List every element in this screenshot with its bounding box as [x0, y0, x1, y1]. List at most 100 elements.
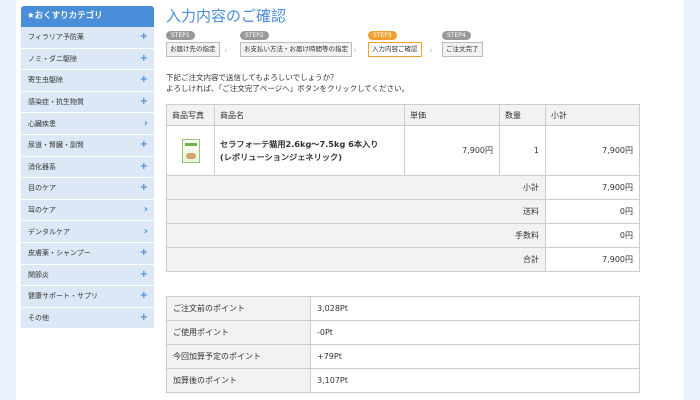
- sidebar-item-urinary[interactable]: 尿道・腎臓・副腎 +: [21, 134, 154, 157]
- table-row: 今回加算予定のポイント +79Pt: [166, 344, 640, 369]
- sidebar-item-ear[interactable]: 耳のケア ›: [21, 199, 154, 222]
- expand-icon: +: [139, 74, 148, 86]
- chevron-right-icon: ›: [224, 46, 228, 56]
- category-sidebar: ★おくすりカテゴリ フィラリア予防薬 + ノミ・ダニ駆除 + 寄生虫駆除 + 感染症・…: [21, 6, 154, 330]
- sidebar-item-label: 寄生虫駆除: [28, 76, 63, 85]
- column-header: 商品名: [214, 104, 405, 126]
- sidebar-item-label: フィラリア予防薬: [28, 33, 84, 42]
- sidebar-item-label: 感染症・抗生物質: [28, 98, 84, 107]
- points-value: +79Pt: [310, 344, 640, 369]
- table-row: ご使用ポイント -0Pt: [166, 320, 640, 345]
- sidebar-item-flea-tick[interactable]: ノミ・ダニ駆除 +: [21, 48, 154, 71]
- product-name-line: (レボリューションジェネリック): [220, 151, 342, 162]
- checkout-steps: STEP1 お届け先の指定 › STEP2 お支払い方法・お届け時間等の指定 ›…: [166, 30, 666, 64]
- expand-icon: +: [139, 247, 148, 259]
- expand-icon: +: [139, 52, 148, 64]
- sidebar-item-other[interactable]: その他 +: [21, 307, 154, 330]
- step-number: STEP4: [442, 31, 471, 40]
- step-label: お支払い方法・お届け時間等の指定: [240, 42, 352, 57]
- expand-icon: +: [139, 312, 148, 324]
- line-subtotal: 7,900円: [545, 125, 640, 176]
- expand-icon: +: [139, 96, 148, 108]
- step-1: STEP1 お届け先の指定: [166, 30, 220, 57]
- chevron-right-icon: ›: [353, 46, 357, 56]
- step-label: お届け先の指定: [166, 42, 220, 57]
- chevron-right-icon: ›: [143, 225, 148, 237]
- expand-icon: +: [139, 139, 148, 151]
- sidebar-item-filaria[interactable]: フィラリア予防薬 +: [21, 27, 154, 49]
- expand-icon: +: [139, 268, 148, 280]
- summary-row: 送料 0円: [166, 199, 640, 224]
- summary-value: 7,900円: [545, 247, 640, 272]
- summary-label: 小計: [166, 175, 546, 200]
- expand-icon: +: [139, 290, 148, 302]
- step-number: STEP3: [368, 31, 397, 40]
- points-label: ご注文前のポイント: [166, 296, 311, 321]
- product-name-line: セラフォーテ猫用2.6kg～7.5kg 6本入り: [220, 138, 379, 149]
- column-header: 商品写真: [166, 104, 215, 126]
- unit-price: 7,900円: [404, 125, 500, 176]
- summary-value: 0円: [545, 223, 640, 248]
- expand-icon: +: [139, 160, 148, 172]
- summary-row: 合計 7,900円: [166, 247, 640, 272]
- product-photo-cell: [166, 125, 215, 176]
- quantity: 1: [499, 125, 546, 176]
- step-4: STEP4 ご注文完了: [442, 30, 483, 57]
- sidebar-item-label: 心臓疾患: [28, 119, 56, 128]
- sidebar-item-label: 関節炎: [28, 270, 49, 279]
- sidebar-item-label: 耳のケア: [28, 206, 56, 215]
- step-2: STEP2 お支払い方法・お届け時間等の指定: [240, 30, 352, 57]
- table-row: セラフォーテ猫用2.6kg～7.5kg 6本入り (レボリューションジェネリック…: [166, 125, 640, 176]
- sidebar-item-label: 皮膚薬・シャンプー: [28, 249, 91, 258]
- points-label: ご使用ポイント: [166, 320, 311, 345]
- points-value: -0Pt: [310, 320, 640, 345]
- product-image: [181, 138, 200, 163]
- order-table: 商品写真 商品名 単価 数量 小計 セラフォーテ猫用2.6kg～7.5kg 6本…: [166, 104, 640, 272]
- sidebar-item-heart[interactable]: 心臓疾患 ›: [21, 113, 154, 135]
- sidebar-item-label: デンタルケア: [28, 227, 70, 236]
- sidebar-item-dental[interactable]: デンタルケア ›: [21, 221, 154, 243]
- sidebar-item-label: 尿道・腎臓・副腎: [28, 141, 84, 150]
- table-row: ご注文前のポイント 3,028Pt: [166, 296, 640, 321]
- message-line: よろしければ、「ご注文完了ページへ」ボタンをクリックしてください。: [166, 84, 410, 93]
- chevron-right-icon: ›: [143, 204, 148, 216]
- sidebar-item-digestive[interactable]: 消化器系 +: [21, 156, 154, 179]
- sidebar-item-infection[interactable]: 感染症・抗生物質 +: [21, 91, 154, 114]
- sidebar-item-label: 消化器系: [28, 162, 56, 171]
- page-title: 入力内容のご確認: [166, 7, 287, 25]
- column-header: 数量: [499, 104, 546, 126]
- sidebar-item-eye[interactable]: 目のケア +: [21, 178, 154, 200]
- summary-label: 送料: [166, 199, 546, 224]
- sidebar-item-parasite[interactable]: 寄生虫駆除 +: [21, 70, 154, 92]
- sidebar-item-label: 目のケア: [28, 184, 56, 193]
- step-label: 入力内容ご確認: [368, 42, 422, 57]
- points-label: 加算後のポイント: [166, 368, 311, 393]
- summary-label: 手数料: [166, 223, 546, 248]
- step-number: STEP2: [240, 31, 269, 40]
- sidebar-item-label: ノミ・ダニ駆除: [28, 54, 77, 63]
- step-3: STEP3 入力内容ご確認: [368, 30, 422, 57]
- sidebar-item-label: その他: [28, 314, 49, 323]
- sidebar-header: ★おくすりカテゴリ: [21, 6, 154, 27]
- sidebar-item-supplement[interactable]: 健康サポート・サプリ +: [21, 286, 154, 308]
- column-header: 単価: [404, 104, 500, 126]
- points-table: ご注文前のポイント 3,028Pt ご使用ポイント -0Pt 今回加算予定のポイ…: [166, 296, 640, 393]
- points-label: 今回加算予定のポイント: [166, 344, 311, 369]
- chevron-right-icon: ›: [143, 117, 148, 129]
- summary-label: 合計: [166, 247, 546, 272]
- summary-row: 小計 7,900円: [166, 175, 640, 200]
- column-header: 小計: [545, 104, 640, 126]
- summary-value: 7,900円: [545, 175, 640, 200]
- sidebar-item-skin[interactable]: 皮膚薬・シャンプー +: [21, 242, 154, 265]
- table-header-row: 商品写真 商品名 単価 数量 小計: [166, 104, 640, 126]
- sidebar-item-arthritis[interactable]: 関節炎 +: [21, 264, 154, 287]
- summary-row: 手数料 0円: [166, 223, 640, 248]
- step-label: ご注文完了: [442, 42, 483, 57]
- points-value: 3,107Pt: [310, 368, 640, 393]
- summary-value: 0円: [545, 199, 640, 224]
- sidebar-item-label: 健康サポート・サプリ: [28, 292, 98, 301]
- table-row: 加算後のポイント 3,107Pt: [166, 368, 640, 393]
- expand-icon: +: [139, 31, 148, 43]
- step-number: STEP1: [166, 31, 195, 40]
- chevron-right-icon: ›: [429, 46, 433, 56]
